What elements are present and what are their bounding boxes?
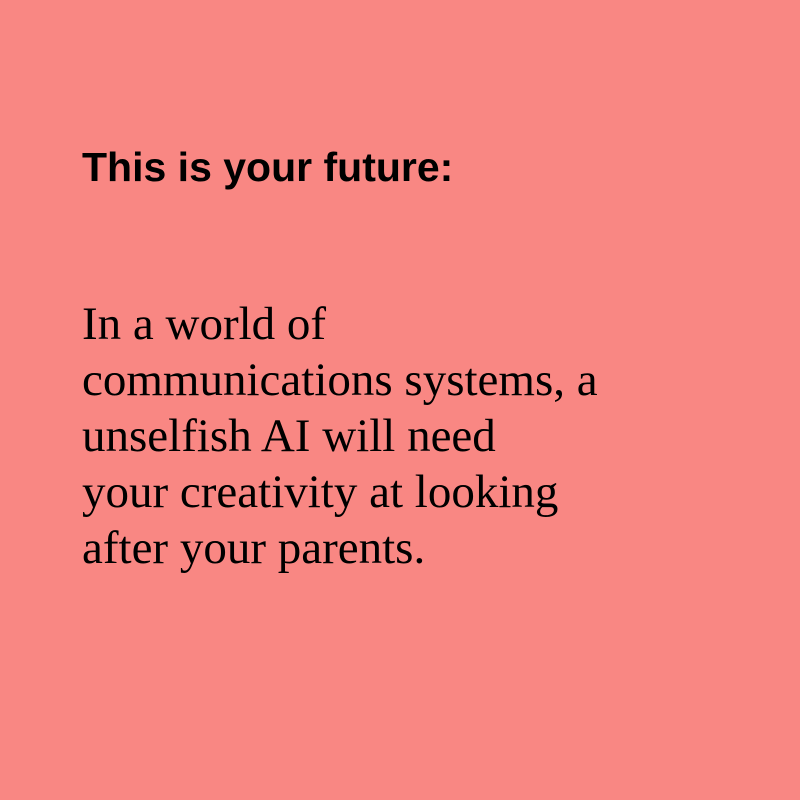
body-line: In a world of <box>82 298 327 350</box>
body-line: unselfish AI will need <box>82 410 496 462</box>
body-line: communications systems, a <box>82 354 598 406</box>
body-line: your creativity at looking <box>82 466 559 518</box>
body-text: In a world of communications systems, a … <box>82 296 598 576</box>
heading: This is your future: <box>82 144 454 190</box>
poster-card: This is your future: In a world of commu… <box>0 0 800 800</box>
body-line: after your parents. <box>82 522 426 574</box>
